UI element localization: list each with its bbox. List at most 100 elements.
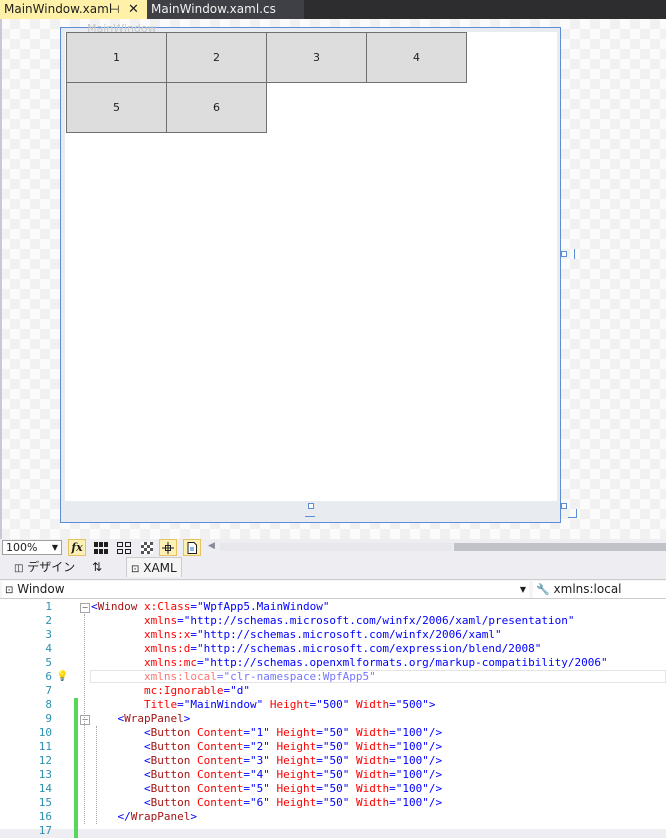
element-scope-dropdown[interactable]: ⊡ Window ▼: [2, 581, 529, 598]
code-line[interactable]: </WrapPanel>: [91, 810, 197, 824]
designer-surface[interactable]: MainWindow 1 2 3 4 5 6: [0, 19, 666, 539]
window-preview[interactable]: MainWindow 1 2 3 4 5 6: [60, 22, 561, 523]
code-line[interactable]: xmlns:local="clr-namespace:WpfApp5": [91, 670, 376, 684]
code-line[interactable]: xmlns:x="http://schemas.microsoft.com/wi…: [91, 628, 502, 642]
code-line[interactable]: <Button Content="1" Height="50" Width="1…: [91, 726, 442, 740]
code-token: xmlns:x: [143, 628, 191, 641]
xaml-view-icon: ⊡: [131, 564, 140, 575]
code-line[interactable]: <Button Content="3" Height="50" Width="1…: [91, 754, 442, 768]
code-token: />: [428, 726, 443, 739]
code-token: </: [117, 810, 131, 823]
resize-guide-bottom: [305, 516, 315, 517]
resize-handle-bottom[interactable]: [308, 503, 314, 509]
code-token: Title: [143, 698, 178, 711]
layout-grid-button[interactable]: [115, 539, 133, 556]
grid-toggle-button[interactable]: [92, 539, 110, 556]
horizontal-scrollbar-track[interactable]: [220, 543, 452, 551]
element-scope-value: Window: [17, 582, 65, 596]
code-token: Content: [190, 796, 244, 809]
code-line[interactable]: <WrapPanel>: [91, 712, 191, 726]
code-token: Width: [349, 740, 390, 753]
code-token: =: [316, 768, 323, 781]
code-token: Button: [150, 796, 191, 809]
code-line[interactable]: <Button Content="4" Height="50" Width="1…: [91, 768, 442, 782]
tab-mainwindow-xaml-cs[interactable]: MainWindow.xaml.cs: [147, 0, 304, 19]
code-token: "clr-namespace:WpfApp5": [223, 670, 376, 683]
tab-design[interactable]: ◫ デザイン: [14, 557, 75, 577]
close-icon[interactable]: ✕: [128, 0, 139, 19]
code-line[interactable]: mc:Ignorable="d": [91, 684, 250, 698]
project-code-button[interactable]: [183, 539, 201, 556]
snap-gridlines-button[interactable]: [159, 539, 177, 556]
code-token: "2": [249, 740, 270, 753]
code-token: Content: [190, 782, 244, 795]
code-line[interactable]: xmlns:d="http://schemas.microsoft.com/ex…: [91, 642, 541, 656]
member-dropdown[interactable]: 🔧 xmlns:local: [533, 581, 666, 598]
line-number: 15: [38, 796, 52, 809]
preview-button-6[interactable]: 6: [166, 82, 267, 133]
code-token: xmlns:local: [143, 670, 217, 683]
preview-button-2[interactable]: 2: [166, 32, 267, 83]
code-line[interactable]: <Window x:Class="WpfApp5.MainWindow": [91, 600, 329, 614]
code-token: "http://schemas.microsoft.com/winfx/2006…: [196, 628, 502, 641]
code-token: "http://schemas.openxmlformats.org/marku…: [203, 656, 608, 669]
line-number: 5: [45, 656, 52, 669]
code-token: x:Class: [137, 600, 191, 613]
code-token: "100": [395, 796, 429, 809]
code-line[interactable]: <Button Content="6" Height="50" Width="1…: [91, 796, 442, 810]
code-token: =: [243, 726, 250, 739]
checkerboard-toggle-button[interactable]: [138, 539, 156, 556]
scroll-left-arrow-icon[interactable]: ◀: [208, 541, 215, 551]
zoom-select[interactable]: 100% ▼: [2, 540, 62, 555]
code-line[interactable]: xmlns:mc="http://schemas.openxmlformats.…: [91, 656, 608, 670]
code-line[interactable]: xmlns="http://schemas.microsoft.com/winf…: [91, 614, 574, 628]
code-token: "50": [322, 768, 350, 781]
code-token: "50": [322, 754, 350, 767]
code-token: =: [389, 754, 396, 767]
code-token: <: [143, 754, 151, 767]
pin-icon[interactable]: ⊣: [110, 0, 120, 19]
xaml-code-editor[interactable]: 1 2 3 4 5 6 7 8 9 10 11 12 13 14 15 16 17 💡 − − <Window x:C…: [0, 599, 666, 838]
wrap-panel-preview[interactable]: 1 2 3 4 5 6: [65, 32, 557, 501]
chevron-down-icon: ▼: [51, 543, 58, 552]
collapse-icon[interactable]: −: [80, 715, 90, 725]
code-token: mc:Ignorable: [143, 684, 224, 697]
code-token: <: [143, 782, 151, 795]
code-token: <: [91, 600, 98, 613]
code-token: Button: [150, 754, 191, 767]
code-line[interactable]: <Button Content="2" Height="50" Width="1…: [91, 740, 442, 754]
code-token: "3": [249, 754, 270, 767]
code-token: >: [428, 698, 436, 711]
collapse-icon[interactable]: −: [80, 603, 90, 613]
tab-mainwindow-xaml[interactable]: MainWindow.xaml ⊣ ✕: [0, 0, 147, 19]
code-token: =: [316, 796, 323, 809]
preview-button-4[interactable]: 4: [366, 32, 467, 83]
tab-xaml[interactable]: ⊡ XAML: [126, 557, 182, 577]
code-line[interactable]: <Button Content="5" Height="50" Width="1…: [91, 782, 442, 796]
code-token: =: [177, 614, 184, 627]
tab-label: MainWindow.xaml: [4, 2, 113, 16]
resize-handle-corner[interactable]: [561, 503, 567, 509]
line-number: 10: [38, 726, 52, 739]
code-token: WrapPanel: [124, 712, 184, 725]
lightbulb-icon[interactable]: 💡: [56, 670, 68, 684]
line-number: 8: [45, 698, 52, 711]
line-number: 11: [38, 740, 52, 753]
resize-handle-right[interactable]: [561, 251, 567, 257]
zoom-value: 100%: [6, 541, 38, 554]
code-token: "WpfApp5.MainWindow": [196, 600, 330, 613]
line-number: 16: [38, 810, 52, 823]
swap-panes-button[interactable]: ⇅: [92, 557, 102, 577]
code-line[interactable]: Title="MainWindow" Height="500" Width="5…: [91, 698, 435, 712]
preview-button-1[interactable]: 1: [66, 32, 167, 83]
snap-lines-icon: [162, 541, 174, 554]
preview-button-5[interactable]: 5: [66, 82, 167, 133]
horizontal-scrollbar-thumb[interactable]: [454, 543, 666, 551]
code-token: =: [316, 726, 323, 739]
effects-toggle-button[interactable]: fx: [68, 539, 86, 556]
preview-button-3[interactable]: 3: [266, 32, 367, 83]
